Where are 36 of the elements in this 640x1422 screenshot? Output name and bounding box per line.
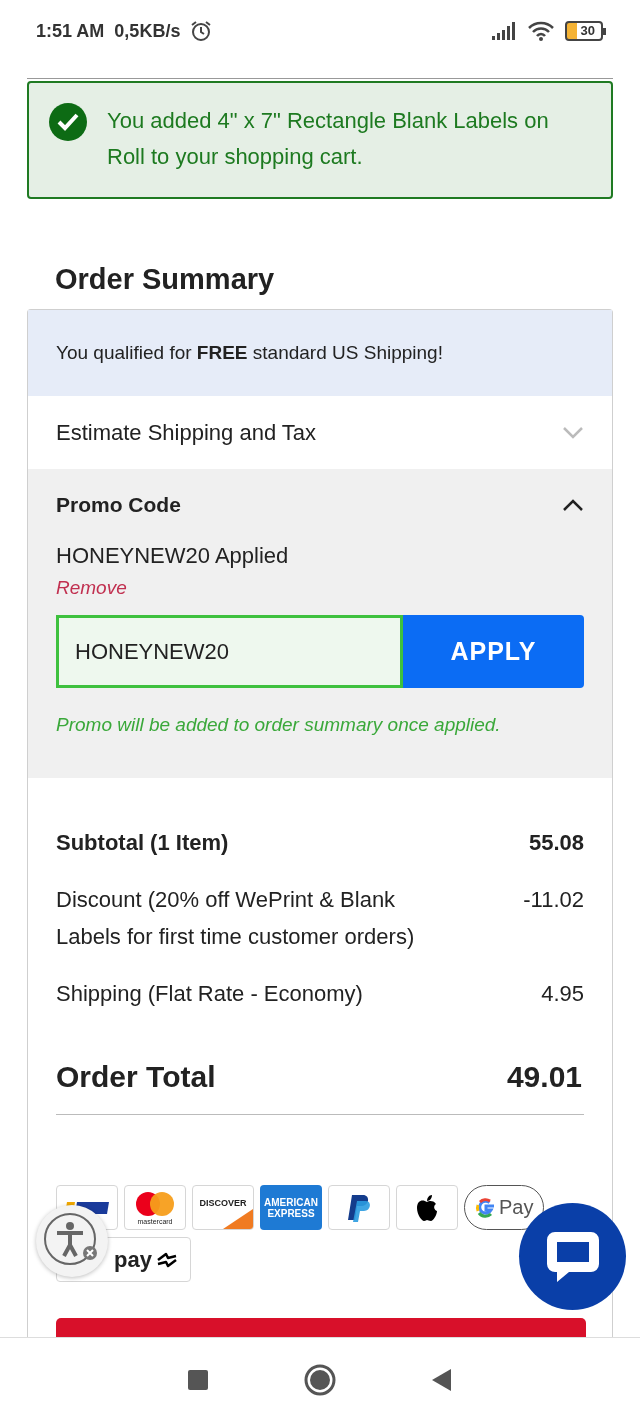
checkmark-icon bbox=[49, 103, 87, 141]
estimate-label: Estimate Shipping and Tax bbox=[56, 419, 317, 446]
battery-indicator: 30 bbox=[564, 21, 606, 41]
promo-title: Promo Code bbox=[56, 493, 181, 517]
recents-icon[interactable] bbox=[187, 1369, 209, 1391]
chevron-icon[interactable] bbox=[562, 498, 584, 512]
banner-text: You qualified for FREE standard US Shipping! bbox=[56, 342, 443, 364]
line-amount: 55.08 bbox=[528, 829, 584, 857]
amex-logo: AMERICAN EXPRESS bbox=[260, 1185, 322, 1230]
back-icon[interactable] bbox=[431, 1368, 453, 1392]
promo-hint: Promo will be added to order summary once applied. bbox=[56, 714, 502, 736]
section-title: Order Summary bbox=[55, 262, 276, 297]
line-label: Shipping (Flat Rate - Economy) bbox=[56, 980, 363, 1008]
alarm-icon bbox=[190, 20, 213, 42]
line-amount: -11.02 bbox=[523, 886, 584, 914]
apple-logo bbox=[396, 1185, 458, 1230]
accessibility-button[interactable] bbox=[36, 1205, 108, 1277]
estimate-row[interactable]: Estimate Shipping and Tax bbox=[28, 396, 612, 469]
line-label: Discount (20% off WePrint & Blank Labels for first time customer orders) bbox=[56, 886, 416, 951]
status-time: 1:51 AM bbox=[36, 20, 105, 42]
remove-link[interactable]: Remove bbox=[56, 577, 127, 599]
line-label: Subtotal (1 Item) bbox=[56, 829, 229, 857]
paypal-logo bbox=[328, 1185, 390, 1230]
network-speed: 0,5KB/s bbox=[114, 20, 181, 42]
line-amount: 4.95 bbox=[541, 980, 584, 1008]
signal-icon bbox=[490, 22, 517, 40]
home-icon[interactable] bbox=[304, 1364, 336, 1396]
applied-code: HONEYNEW20 Applied bbox=[56, 543, 290, 569]
alert-message: You added 4" x 7" Rectangle Blank Labels on Roll to your shopping cart. bbox=[107, 107, 550, 171]
total-label: Order Total bbox=[56, 1060, 216, 1094]
wifi-icon bbox=[526, 20, 555, 42]
apply-button[interactable]: APPLY bbox=[403, 615, 584, 688]
promo-input[interactable]: HONEYNEW20 bbox=[56, 615, 403, 688]
chat-bubble-icon bbox=[544, 1229, 601, 1284]
total-amount: 49.01 bbox=[506, 1060, 582, 1094]
discover-logo: DISCOVER bbox=[192, 1185, 254, 1230]
